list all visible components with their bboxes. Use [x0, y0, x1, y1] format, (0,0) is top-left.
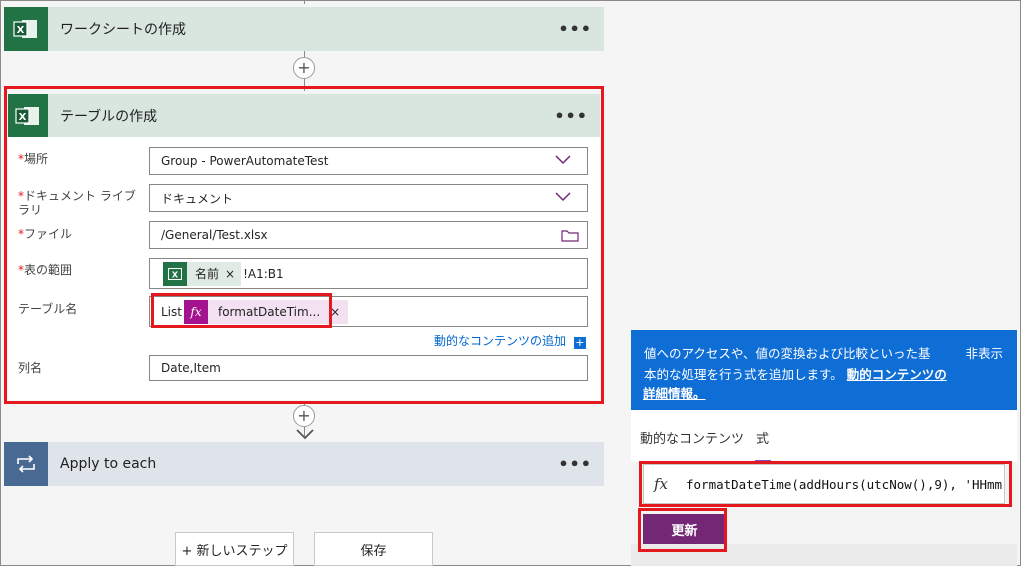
details-link[interactable]: 詳細情報。 — [643, 383, 706, 402]
worksheet-more-button[interactable]: ••• — [558, 20, 592, 39]
apply-to-each-header[interactable]: Apply to each ••• — [4, 442, 604, 486]
tab-expression[interactable]: 式 — [756, 428, 769, 447]
highlight-update-button — [638, 508, 727, 552]
loop-icon — [4, 442, 48, 486]
tab-dynamic-content[interactable]: 動的なコンテンツ — [640, 428, 744, 447]
panel-tabs: 動的なコンテンツ 式 — [631, 410, 1017, 462]
new-step-button[interactable]: + 新しいステップ — [175, 532, 294, 566]
worksheet-card-header[interactable]: X ワークシートの作成 ••• — [4, 7, 604, 51]
highlight-expression-token — [151, 293, 332, 328]
insert-step-button-2[interactable]: + — [293, 405, 315, 427]
svg-text:X: X — [17, 25, 25, 36]
insert-step-button-1[interactable]: + — [293, 57, 315, 79]
apply-to-each-more-button[interactable]: ••• — [558, 455, 592, 474]
connector-top — [304, 0, 305, 4]
highlight-table-card — [4, 86, 604, 404]
worksheet-card-title: ワークシートの作成 — [60, 22, 186, 38]
save-button[interactable]: 保存 — [314, 532, 433, 566]
learn-more-link[interactable]: 動的コンテンツの — [847, 367, 947, 382]
apply-to-each-title: Apply to each — [60, 456, 157, 472]
arrow-down-icon — [296, 429, 314, 440]
highlight-expression-input — [639, 461, 1012, 507]
hide-link[interactable]: 非表示 — [965, 343, 1003, 364]
excel-icon: X — [4, 7, 48, 51]
